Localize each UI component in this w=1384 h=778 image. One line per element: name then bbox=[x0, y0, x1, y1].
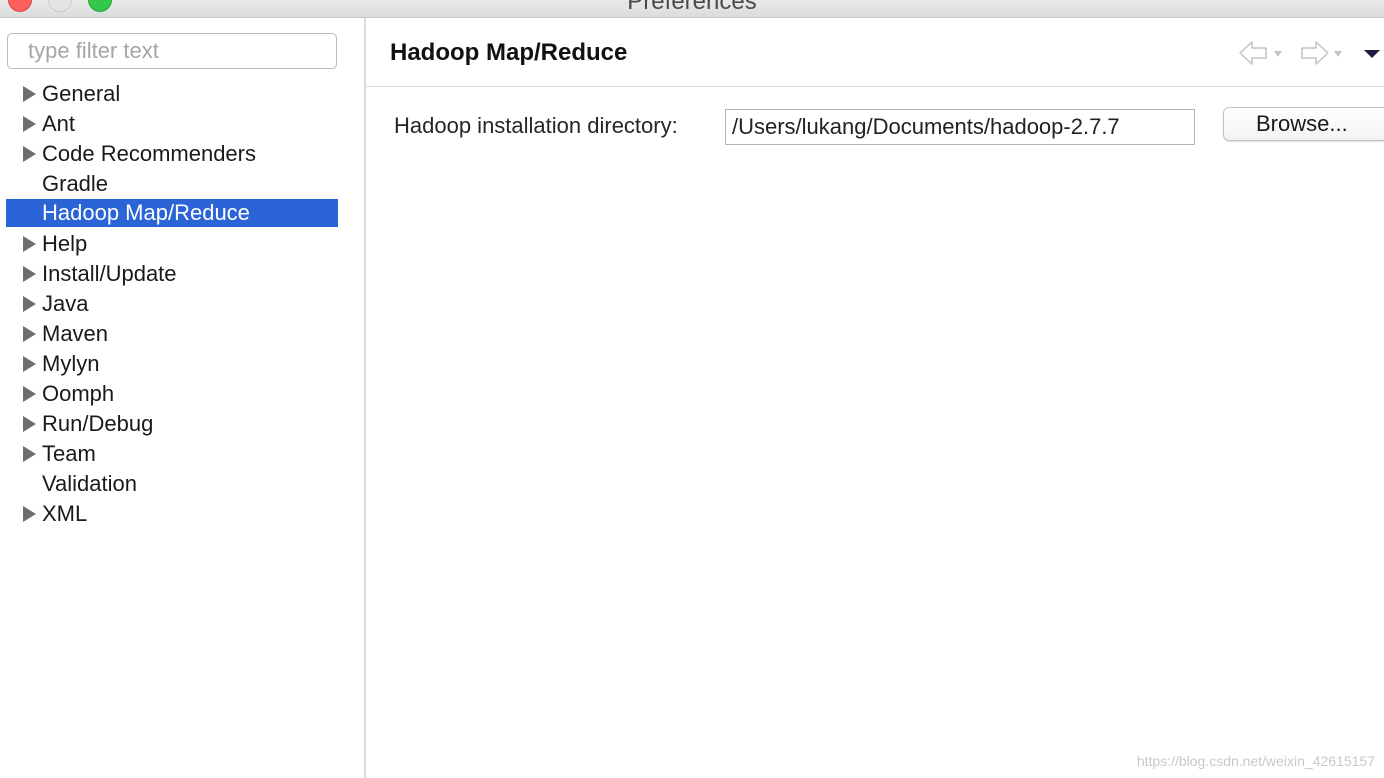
expand-arrow-icon[interactable] bbox=[23, 146, 36, 162]
page-title: Hadoop Map/Reduce bbox=[390, 39, 628, 66]
tree-item-install-update[interactable]: Install/Update bbox=[6, 259, 338, 289]
expand-arrow-icon[interactable] bbox=[23, 86, 36, 102]
tree-item-validation[interactable]: Validation bbox=[6, 469, 338, 499]
tree-item-label: Validation bbox=[42, 471, 137, 496]
tree-item-label: Install/Update bbox=[42, 261, 177, 286]
back-button[interactable] bbox=[1238, 40, 1284, 66]
tree-item-ant[interactable]: Ant bbox=[6, 109, 338, 139]
preferences-tree: General Ant Code Recommenders Gradle Hadoop … bbox=[6, 79, 338, 529]
tree-item-label: Run/Debug bbox=[42, 411, 154, 436]
tree-item-general[interactable]: General bbox=[6, 79, 338, 109]
preferences-tree-pane: General Ant Code Recommenders Gradle Hadoop … bbox=[0, 18, 364, 778]
tree-item-label: Hadoop Map/Reduce bbox=[42, 200, 250, 225]
tree-item-xml[interactable]: XML bbox=[6, 499, 338, 529]
install-dir-input[interactable] bbox=[725, 109, 1195, 145]
tree-item-help[interactable]: Help bbox=[6, 229, 338, 259]
tree-item-label: Maven bbox=[42, 321, 109, 346]
back-arrow-icon bbox=[1239, 41, 1282, 65]
expand-arrow-icon[interactable] bbox=[23, 416, 36, 432]
tree-item-java[interactable]: Java bbox=[6, 289, 338, 319]
tree-item-run-debug[interactable]: Run/Debug bbox=[6, 409, 338, 439]
expand-arrow-icon[interactable] bbox=[23, 506, 36, 522]
tree-item-label: Oomph bbox=[42, 381, 115, 406]
tree-item-hadoop-map-reduce[interactable]: Hadoop Map/Reduce bbox=[6, 199, 338, 227]
watermark: https://blog.csdn.net/weixin_42615157 bbox=[1136, 753, 1375, 769]
expand-arrow-icon[interactable] bbox=[23, 356, 36, 372]
tree-item-mylyn[interactable]: Mylyn bbox=[6, 349, 338, 379]
page-header: Hadoop Map/Reduce bbox=[366, 18, 1384, 87]
view-menu-button[interactable] bbox=[1362, 40, 1382, 66]
title-bar: Preferences bbox=[0, 0, 1384, 18]
expand-arrow-icon[interactable] bbox=[23, 326, 36, 342]
tree-item-label: Ant bbox=[42, 111, 76, 136]
tree-item-label: XML bbox=[42, 501, 88, 526]
tree-item-maven[interactable]: Maven bbox=[6, 319, 338, 349]
tree-item-label: Java bbox=[42, 291, 89, 316]
window-title: Preferences bbox=[627, 0, 757, 15]
tree-item-oomph[interactable]: Oomph bbox=[6, 379, 338, 409]
expand-arrow-icon[interactable] bbox=[23, 236, 36, 252]
filter-input[interactable] bbox=[7, 33, 337, 69]
expand-arrow-icon[interactable] bbox=[23, 446, 36, 462]
expand-arrow-icon[interactable] bbox=[23, 296, 36, 312]
forward-button[interactable] bbox=[1298, 40, 1344, 66]
tree-item-label: Mylyn bbox=[42, 351, 100, 376]
tree-item-label: General bbox=[42, 81, 121, 106]
tree-item-label: Gradle bbox=[42, 171, 109, 196]
tree-item-label: Help bbox=[42, 231, 88, 256]
expand-arrow-icon[interactable] bbox=[23, 266, 36, 282]
tree-item-label: Code Recommenders bbox=[42, 141, 256, 166]
tree-item-gradle[interactable]: Gradle bbox=[6, 169, 338, 199]
preference-page: Hadoop Map/Reduce Hadoop installation di… bbox=[366, 18, 1384, 778]
tree-item-team[interactable]: Team bbox=[6, 439, 338, 469]
forward-arrow-icon bbox=[1301, 41, 1342, 65]
install-dir-label: Hadoop installation directory: bbox=[394, 113, 678, 138]
view-menu-icon bbox=[1364, 50, 1380, 58]
tree-item-code-recommenders[interactable]: Code Recommenders bbox=[6, 139, 338, 169]
tree-item-label: Team bbox=[42, 441, 96, 466]
expand-arrow-icon[interactable] bbox=[23, 116, 36, 132]
browse-button[interactable]: Browse... bbox=[1223, 107, 1384, 141]
expand-arrow-icon[interactable] bbox=[23, 386, 36, 402]
preferences-window: Preferences GeneralAntCode RecommendersG… bbox=[0, 0, 1384, 778]
